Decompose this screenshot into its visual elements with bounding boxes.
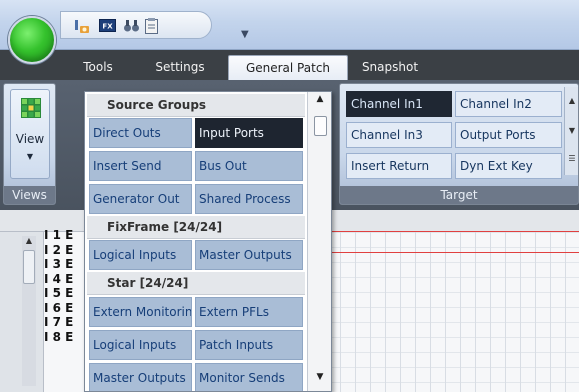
matrix-row-label: I 4 E (44, 271, 74, 286)
fx-icon[interactable]: FX (99, 17, 116, 34)
clipboard-icon[interactable] (143, 17, 160, 34)
matrix-row-label: I 2 E (44, 242, 74, 257)
target-channel-in1[interactable]: Channel In1 (346, 91, 452, 117)
tab-settings[interactable]: Settings (150, 56, 210, 80)
matrix-grid[interactable] (310, 232, 579, 392)
expand-gallery-icon[interactable]: ☰ (565, 145, 578, 173)
section-header-star: Star [24/24] (87, 272, 305, 295)
target-group: Channel In1 Channel In2 Channel In3 Outp… (339, 83, 579, 205)
quick-access-toolbar: FX ▼ (60, 11, 249, 40)
star-patch-inputs[interactable]: Patch Inputs (195, 330, 303, 360)
svg-text:FX: FX (102, 23, 113, 31)
scroll-up-icon[interactable]: ▲ (308, 94, 331, 104)
matrix-row-labels: I 1 E I 2 E I 3 E I 4 E I 5 E I 6 E I 7 … (40, 228, 90, 344)
views-group-label: Views (4, 186, 55, 204)
source-insert-send[interactable]: Insert Send (89, 151, 192, 181)
matrix-row-label: I 1 E (44, 228, 74, 242)
ribbon-tab-strip: Tools Settings General Patch Snapshot (0, 50, 579, 81)
scroll-down-icon[interactable]: ▼ (308, 372, 331, 382)
binoculars-icon[interactable] (123, 17, 140, 34)
view-button[interactable]: View ▼ (10, 89, 50, 179)
source-shared-process[interactable]: Shared Process (195, 184, 303, 214)
section-header-fixframe: FixFrame [24/24] (87, 216, 305, 239)
matrix-row-label: I 7 E (44, 315, 74, 329)
fixframe-logical-inputs[interactable]: Logical Inputs (89, 240, 192, 270)
tab-general-patch[interactable]: General Patch (228, 55, 348, 81)
matrix-row-label: I 3 E (44, 257, 74, 271)
star-master-outputs[interactable]: Master Outputs (89, 363, 192, 391)
target-scrollbar[interactable]: ▲ ▼ ☰ (564, 87, 578, 175)
target-insert-return[interactable]: Insert Return (346, 153, 452, 179)
star-logical-inputs[interactable]: Logical Inputs (89, 330, 192, 360)
tab-tools[interactable]: Tools (78, 56, 118, 80)
customize-quick-access-icon[interactable]: ▼ (241, 29, 249, 40)
tab-snapshot[interactable]: Snapshot (360, 56, 420, 80)
star-monitor-sends[interactable]: Monitor Sends (195, 363, 303, 391)
source-generator-out[interactable]: Generator Out (89, 184, 192, 214)
chevron-down-icon: ▼ (26, 152, 34, 161)
target-group-label: Target (340, 186, 578, 204)
target-dyn-ext-key[interactable]: Dyn Ext Key (455, 153, 562, 179)
section-header-source-groups: Source Groups (87, 94, 305, 117)
scroll-down-icon[interactable]: ▼ (565, 117, 578, 145)
title-bar: FX ▼ (0, 0, 579, 50)
wizard-icon[interactable] (73, 17, 90, 34)
matrix-crosspoint-line (310, 252, 579, 253)
scroll-up-icon[interactable]: ▲ (565, 87, 578, 115)
matrix-row-label: I 8 E (44, 329, 74, 344)
star-extern-pfls[interactable]: Extern PFLs (195, 297, 303, 327)
dropdown-scrollbar[interactable]: ▲ ▼ (307, 92, 331, 391)
views-group: View ▼ Views (3, 83, 56, 205)
matrix-vertical-scrollbar[interactable]: ▲ (22, 236, 36, 386)
source-groups-dropdown: Source Groups Direct Outs Input Ports In… (84, 91, 332, 392)
view-button-label: View (15, 132, 45, 146)
fixframe-master-outputs[interactable]: Master Outputs (195, 240, 303, 270)
source-bus-out[interactable]: Bus Out (195, 151, 303, 181)
star-extern-monitoring[interactable]: Extern Monitoring (89, 297, 192, 327)
target-channel-in2[interactable]: Channel In2 (455, 91, 562, 117)
application-orb-button[interactable] (8, 16, 56, 64)
scroll-up-icon[interactable]: ▲ (22, 236, 36, 245)
target-output-ports[interactable]: Output Ports (455, 122, 562, 148)
grid-view-icon (21, 98, 41, 118)
source-input-ports[interactable]: Input Ports (195, 118, 303, 148)
matrix-row-label: I 6 E (44, 300, 74, 315)
source-direct-outs[interactable]: Direct Outs (89, 118, 192, 148)
scrollbar-thumb[interactable] (314, 116, 327, 136)
scrollbar-thumb[interactable] (23, 250, 35, 284)
matrix-row-label: I 5 E (44, 286, 74, 300)
matrix-crosspoint-line (310, 231, 579, 232)
target-channel-in3[interactable]: Channel In3 (346, 122, 452, 148)
